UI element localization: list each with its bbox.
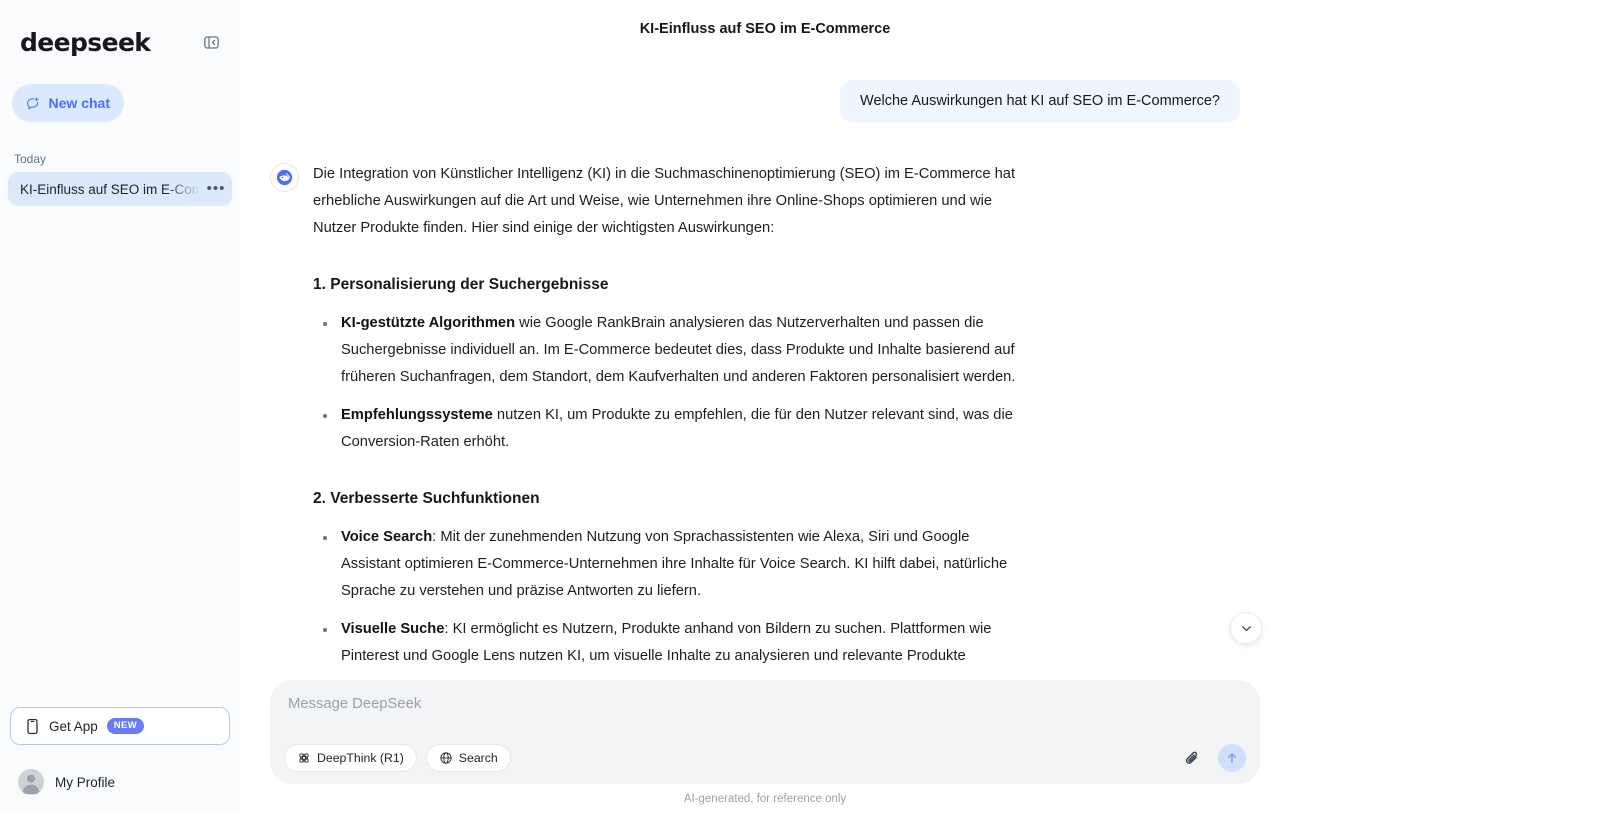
new-chat-label: New chat bbox=[48, 95, 110, 111]
paperclip-icon bbox=[1185, 751, 1198, 764]
mobile-phone-icon bbox=[27, 718, 38, 734]
page-title: KI-Einfluss auf SEO im E-Commerce bbox=[639, 21, 891, 37]
deepseek-logo: deepseek bbox=[20, 27, 151, 57]
get-app-label: Get App bbox=[49, 718, 98, 734]
composer-area: Message DeepSeek DeepThink (R1) Search A… bbox=[240, 662, 1290, 813]
user-message-bubble: Welche Auswirkungen hat KI auf SEO im E-… bbox=[840, 80, 1240, 124]
sidebar-collapse-button[interactable] bbox=[198, 29, 224, 55]
assistant-message-row: Die Integration von Künstlicher Intellig… bbox=[240, 123, 1290, 670]
search-label: Search bbox=[458, 751, 498, 765]
profile-label: My Profile bbox=[55, 774, 116, 790]
chat-history-item[interactable]: KI-Einfluss auf SEO im E-Commerce ••• bbox=[8, 172, 232, 206]
new-chat-button[interactable]: New chat bbox=[12, 84, 124, 122]
assistant-bullet-list-1: KI-gestützte Algorithmen wie Google Rank… bbox=[313, 310, 1025, 456]
chat-history-item-title: KI-Einfluss auf SEO im E-Commerce bbox=[20, 181, 206, 197]
deepthink-label: DeepThink (R1) bbox=[317, 751, 404, 765]
user-message-row: Welche Auswirkungen hat KI auf SEO im E-… bbox=[240, 58, 1290, 124]
right-empty-area bbox=[1290, 0, 1600, 813]
brand-text: deepseek bbox=[20, 27, 151, 57]
bullet-rest: : Mit der zunehmenden Nutzung von Sprach… bbox=[341, 529, 1008, 600]
list-item: Voice Search: Mit der zunehmenden Nutzun… bbox=[313, 524, 1025, 605]
main-content: KI-Einfluss auf SEO im E-Commerce Welche… bbox=[240, 0, 1600, 813]
attach-file-button[interactable] bbox=[1182, 747, 1204, 769]
get-app-button[interactable]: Get App NEW bbox=[10, 707, 230, 745]
chat-history-list: KI-Einfluss auf SEO im E-Commerce ••• bbox=[0, 172, 240, 206]
composer-actions bbox=[1182, 744, 1246, 772]
app-root: deepseek New chat Today KI-Einfluss auf bbox=[0, 0, 1600, 813]
bullet-lead: Empfehlungssysteme bbox=[341, 407, 493, 424]
globe-icon bbox=[440, 752, 452, 764]
assistant-section-heading-2: 2. Verbesserte Suchfunktionen bbox=[313, 490, 540, 508]
history-section-label: Today bbox=[14, 152, 47, 166]
bullet-lead: Visuelle Suche bbox=[341, 621, 445, 638]
assistant-bullet-list-2: Voice Search: Mit der zunehmenden Nutzun… bbox=[313, 524, 1025, 670]
search-toggle-button[interactable]: Search bbox=[425, 744, 511, 772]
send-message-button[interactable] bbox=[1218, 744, 1246, 772]
bullet-lead: KI-gestützte Algorithmen bbox=[341, 315, 516, 332]
chat-header: KI-Einfluss auf SEO im E-Commerce bbox=[240, 0, 1290, 58]
sidebar-collapse-icon bbox=[203, 35, 219, 49]
avatar bbox=[18, 769, 44, 795]
get-app-new-badge: NEW bbox=[106, 718, 145, 734]
list-item: KI-gestützte Algorithmen wie Google Rank… bbox=[313, 310, 1025, 391]
chat-history-item-more-button[interactable]: ••• bbox=[206, 179, 226, 199]
assistant-intro-paragraph: Die Integration von Künstlicher Intellig… bbox=[313, 166, 1016, 237]
atom-icon bbox=[299, 753, 309, 763]
disclaimer-text: AI-generated, for reference only bbox=[683, 793, 847, 805]
profile-button[interactable]: My Profile bbox=[0, 759, 240, 805]
arrow-up-icon bbox=[1228, 753, 1236, 763]
scroll-to-bottom-button[interactable] bbox=[1230, 612, 1262, 644]
assistant-section-heading-1: 1. Personalisierung der Suchergebnisse bbox=[313, 276, 609, 294]
assistant-avatar bbox=[270, 163, 299, 193]
bullet-lead: Voice Search bbox=[341, 529, 433, 546]
message-input[interactable]: Message DeepSeek bbox=[288, 696, 1242, 712]
user-avatar-icon bbox=[22, 774, 40, 794]
deepseek-whale-icon bbox=[276, 169, 293, 186]
chevron-down-icon bbox=[1241, 625, 1251, 631]
new-chat-bubble-plus-icon bbox=[27, 96, 39, 109]
conversation-thread: Welche Auswirkungen hat KI auf SEO im E-… bbox=[240, 58, 1290, 670]
message-input-container[interactable]: Message DeepSeek DeepThink (R1) Search bbox=[270, 680, 1260, 784]
sidebar-header: deepseek bbox=[0, 0, 240, 62]
assistant-message-body: Die Integration von Künstlicher Intellig… bbox=[313, 161, 1025, 670]
deepthink-toggle-button[interactable]: DeepThink (R1) bbox=[284, 744, 417, 772]
sidebar: deepseek New chat Today KI-Einfluss auf bbox=[0, 0, 240, 813]
composer-toolbar: DeepThink (R1) Search bbox=[284, 744, 1246, 772]
list-item: Empfehlungssysteme nutzen KI, um Produkt… bbox=[313, 402, 1025, 456]
